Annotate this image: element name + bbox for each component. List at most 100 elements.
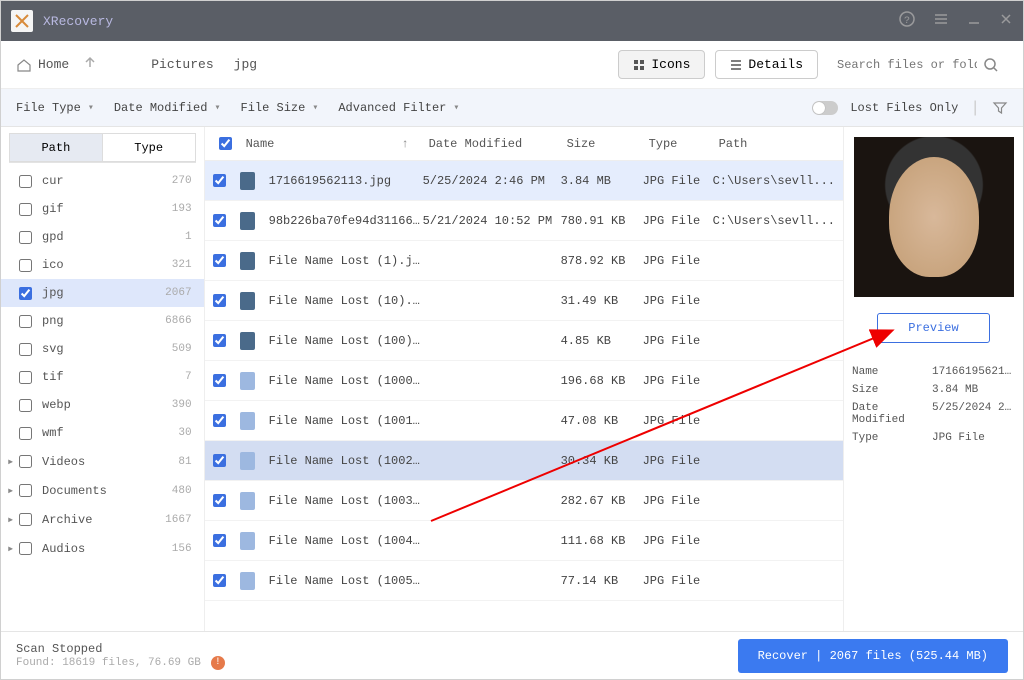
row-checkbox[interactable] xyxy=(213,414,226,427)
table-row[interactable]: File Name Lost (1001).jpg47.08 KBJPG Fil… xyxy=(205,401,843,441)
sidebar-item-ico[interactable]: ico321 xyxy=(1,251,204,279)
row-checkbox[interactable] xyxy=(213,374,226,387)
preview-button[interactable]: Preview xyxy=(877,313,989,343)
file-name: File Name Lost (10).jpg xyxy=(269,294,423,308)
sidebar-checkbox[interactable] xyxy=(19,175,32,188)
file-size: 30.34 KB xyxy=(561,454,643,468)
sidebar-checkbox[interactable] xyxy=(19,484,32,497)
meta-name-value: 171661956211… xyxy=(932,366,1015,378)
home-icon xyxy=(16,57,32,73)
recover-button[interactable]: Recover | 2067 files (525.44 MB) xyxy=(738,639,1008,673)
filter-bar: File Type Date Modified File Size Advanc… xyxy=(1,89,1023,127)
close-icon[interactable] xyxy=(999,12,1013,31)
file-path: C:\Users\sevll... xyxy=(713,214,835,228)
tab-path[interactable]: Path xyxy=(9,133,103,162)
list-icon xyxy=(730,59,742,71)
sidebar-checkbox[interactable] xyxy=(19,343,32,356)
table-row[interactable]: File Name Lost (1003).jpg282.67 KBJPG Fi… xyxy=(205,481,843,521)
meta-size-key: Size xyxy=(852,384,932,396)
view-details-button[interactable]: Details xyxy=(715,50,818,79)
view-icons-button[interactable]: Icons xyxy=(618,50,705,79)
meta-size-value: 3.84 MB xyxy=(932,384,1015,396)
nav-up-button[interactable] xyxy=(83,55,97,74)
breadcrumb-item[interactable]: jpg xyxy=(234,57,257,72)
file-name: File Name Lost (1).jpg xyxy=(269,254,423,268)
file-thumbnail-icon xyxy=(240,212,255,230)
sidebar-item-png[interactable]: png6866 xyxy=(1,307,204,335)
sidebar-checkbox[interactable] xyxy=(19,259,32,272)
sidebar-checkbox[interactable] xyxy=(19,455,32,468)
sidebar-checkbox[interactable] xyxy=(19,399,32,412)
col-date[interactable]: Date Modified xyxy=(423,137,561,151)
filter-file-size[interactable]: File Size xyxy=(241,101,319,115)
table-row[interactable]: File Name Lost (1000).jpg196.68 KBJPG Fi… xyxy=(205,361,843,401)
search-box[interactable] xyxy=(828,52,1008,78)
table-row[interactable]: File Name Lost (10).jpg31.49 KBJPG File xyxy=(205,281,843,321)
sidebar-item-gpd[interactable]: gpd1 xyxy=(1,223,204,251)
sidebar-category-archive[interactable]: ▸Archive1667 xyxy=(1,505,204,534)
table-row[interactable]: File Name Lost (1002).jpg30.34 KBJPG Fil… xyxy=(205,441,843,481)
row-checkbox[interactable] xyxy=(213,454,226,467)
menu-icon[interactable] xyxy=(933,11,949,32)
col-path[interactable]: Path xyxy=(713,137,835,151)
row-checkbox[interactable] xyxy=(213,214,226,227)
table-row[interactable]: File Name Lost (1004).jpg111.68 KBJPG Fi… xyxy=(205,521,843,561)
file-size: 196.68 KB xyxy=(561,374,643,388)
row-checkbox[interactable] xyxy=(213,534,226,547)
minimize-icon[interactable] xyxy=(967,12,981,31)
search-input[interactable] xyxy=(837,58,977,72)
filter-date-modified[interactable]: Date Modified xyxy=(114,101,221,115)
filter-icon[interactable] xyxy=(992,100,1008,116)
col-type[interactable]: Type xyxy=(643,137,713,151)
table-row[interactable]: File Name Lost (1).jpg878.92 KBJPG File xyxy=(205,241,843,281)
table-row[interactable]: 98b226ba70fe94d311668527d01...5/21/2024 … xyxy=(205,201,843,241)
sidebar-checkbox[interactable] xyxy=(19,315,32,328)
table-row[interactable]: File Name Lost (100).jpg4.85 KBJPG File xyxy=(205,321,843,361)
sidebar-checkbox[interactable] xyxy=(19,427,32,440)
sidebar-checkbox[interactable] xyxy=(19,203,32,216)
table-row[interactable]: 1716619562113.jpg5/25/2024 2:46 PM3.84 M… xyxy=(205,161,843,201)
help-icon[interactable]: ? xyxy=(899,11,915,32)
tab-type[interactable]: Type xyxy=(103,133,196,162)
sidebar-checkbox[interactable] xyxy=(19,513,32,526)
sidebar-item-webp[interactable]: webp390 xyxy=(1,391,204,419)
sidebar-category-documents[interactable]: ▸Documents480 xyxy=(1,476,204,505)
sidebar-item-wmf[interactable]: wmf30 xyxy=(1,419,204,447)
sidebar-item-gif[interactable]: gif193 xyxy=(1,195,204,223)
sidebar-category-audios[interactable]: ▸Audios156 xyxy=(1,534,204,563)
sidebar-item-tif[interactable]: tif7 xyxy=(1,363,204,391)
row-checkbox[interactable] xyxy=(213,334,226,347)
col-name[interactable]: Name xyxy=(246,137,275,151)
row-checkbox[interactable] xyxy=(213,174,226,187)
sort-arrow-icon[interactable]: ↑ xyxy=(401,137,408,151)
warning-icon[interactable]: ! xyxy=(211,656,225,670)
sidebar-item-svg[interactable]: svg509 xyxy=(1,335,204,363)
home-button[interactable]: Home xyxy=(16,57,69,73)
sidebar-checkbox[interactable] xyxy=(19,231,32,244)
sidebar-checkbox[interactable] xyxy=(19,287,32,300)
filter-file-type[interactable]: File Type xyxy=(16,101,94,115)
meta-type-value: JPG File xyxy=(932,432,1015,444)
sidebar-category-videos[interactable]: ▸Videos81 xyxy=(1,447,204,476)
file-date: 5/25/2024 2:46 PM xyxy=(423,174,561,188)
sidebar-checkbox[interactable] xyxy=(19,371,32,384)
filter-advanced[interactable]: Advanced Filter xyxy=(338,101,459,115)
file-name: File Name Lost (1000).jpg xyxy=(269,374,423,388)
sidebar-item-cur[interactable]: cur270 xyxy=(1,167,204,195)
grid-icon xyxy=(633,59,645,71)
breadcrumb-item[interactable]: Pictures xyxy=(151,57,213,72)
file-type: JPG File xyxy=(643,294,713,308)
sidebar-checkbox[interactable] xyxy=(19,542,32,555)
row-checkbox[interactable] xyxy=(213,254,226,267)
file-size: 47.08 KB xyxy=(561,414,643,428)
table-row[interactable]: File Name Lost (1005).jpg77.14 KBJPG Fil… xyxy=(205,561,843,601)
select-all-checkbox[interactable] xyxy=(219,137,232,150)
sidebar-item-jpg[interactable]: jpg2067 xyxy=(1,279,204,307)
col-size[interactable]: Size xyxy=(561,137,643,151)
row-checkbox[interactable] xyxy=(213,294,226,307)
file-type: JPG File xyxy=(643,254,713,268)
lost-files-toggle[interactable] xyxy=(812,101,838,115)
row-checkbox[interactable] xyxy=(213,574,226,587)
footer: Scan Stopped Found: 18619 files, 76.69 G… xyxy=(1,631,1023,679)
row-checkbox[interactable] xyxy=(213,494,226,507)
